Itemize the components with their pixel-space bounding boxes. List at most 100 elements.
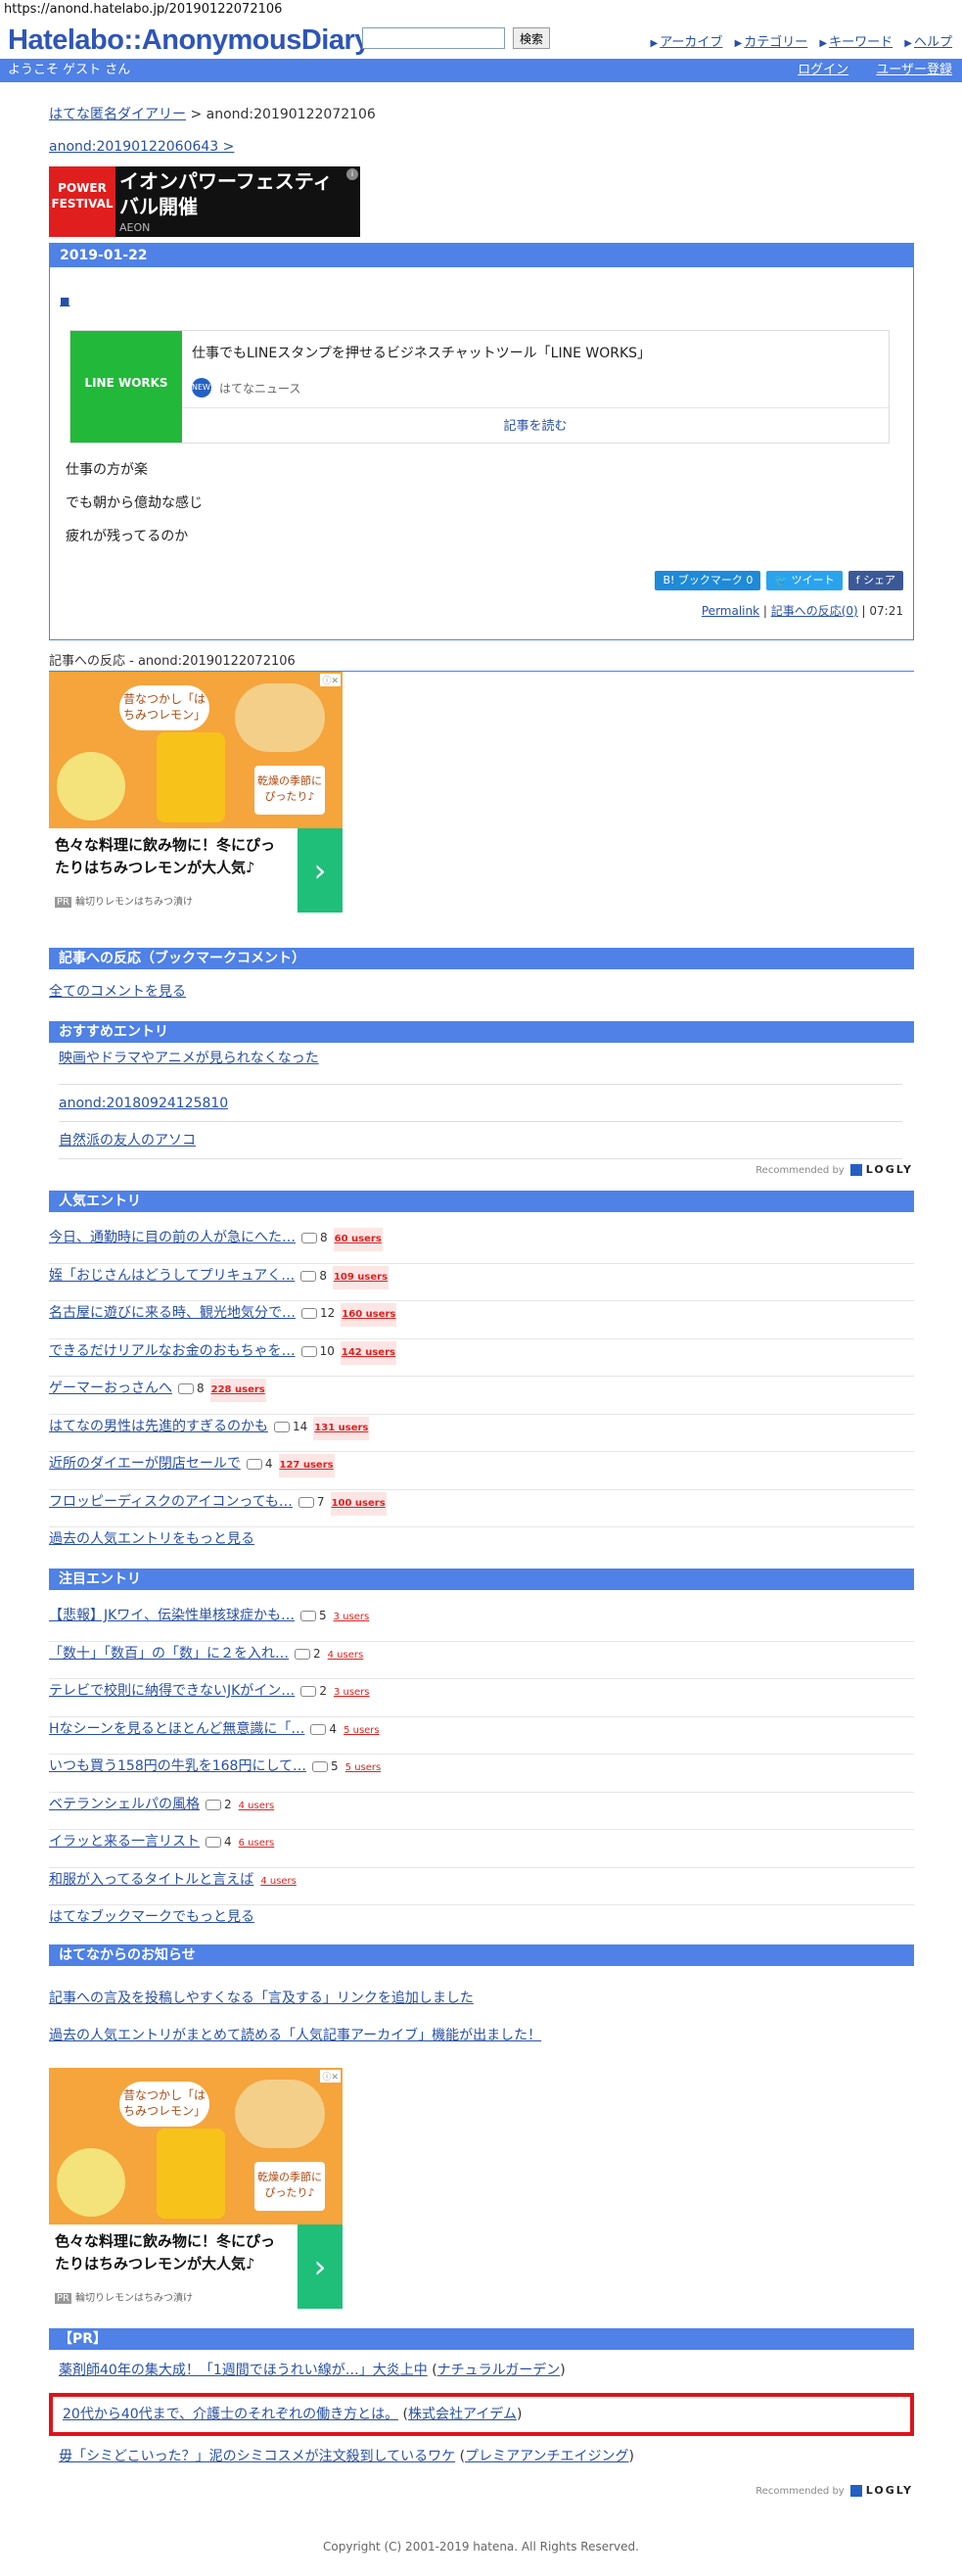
- chevron-right-icon[interactable]: ›: [298, 2225, 343, 2309]
- comment-icon: [300, 1686, 317, 1697]
- section-notices: はてなからのお知らせ: [49, 1944, 914, 1966]
- comment-count[interactable]: 2: [206, 1793, 232, 1816]
- ad-close-icon[interactable]: ⓘ✕: [320, 674, 341, 686]
- comment-count[interactable]: 8: [301, 1226, 328, 1249]
- entry-anchor[interactable]: ■: [60, 295, 69, 307]
- bookmark-users[interactable]: 109 users: [332, 1265, 389, 1289]
- comment-count[interactable]: 5: [312, 1755, 339, 1778]
- pr-advertiser: (プレミアアンチエイジング): [459, 2449, 635, 2464]
- reaction-heading: 記事への反応 - anond:20190122072106: [49, 650, 914, 672]
- embedded-article-card[interactable]: LINE WORKS 仕事でもLINEスタンプを押せるビジネスチャットツール「L…: [69, 330, 890, 444]
- ad-banner-top[interactable]: POWER FESTIVAL イオンパワーフェスティバル開催 AEON i: [49, 166, 360, 237]
- entry-line: 疲れが残ってるのか: [66, 529, 189, 544]
- bookmark-users[interactable]: 131 users: [313, 1416, 370, 1440]
- bookmark-users[interactable]: 4 users: [327, 1644, 365, 1667]
- bookmark-users[interactable]: 142 users: [340, 1340, 396, 1365]
- ad-brand: AEON: [119, 221, 151, 234]
- comment-count[interactable]: 4: [206, 1830, 232, 1853]
- featured-more-link[interactable]: はてなブックマークでもっと見る: [49, 1909, 254, 1925]
- reactions-link[interactable]: 記事への反応(0): [771, 604, 858, 618]
- jar-image: [157, 732, 225, 822]
- section-recommended: おすすめエントリ: [49, 1021, 914, 1043]
- table-row: 名古屋に遊びに来る時、観光地気分で… 12 160 users: [49, 1301, 914, 1339]
- entry-line: でも朝から億劫な感じ: [66, 495, 203, 511]
- bookmark-users[interactable]: 6 users: [238, 1832, 276, 1855]
- tea-cup-image: [57, 2148, 125, 2217]
- bookmark-users[interactable]: 228 users: [209, 1379, 266, 1402]
- facebook-share-button[interactable]: f シェア: [847, 571, 903, 590]
- tweet-button[interactable]: 🐦 ツイート: [766, 571, 843, 590]
- logly-credit[interactable]: Recommended by LOGLY: [756, 2484, 913, 2497]
- ad-title[interactable]: イオンパワーフェスティバル開催: [119, 168, 344, 219]
- ad-info-icon[interactable]: i: [346, 168, 358, 180]
- bookmark-users[interactable]: 127 users: [278, 1454, 335, 1477]
- comment-count[interactable]: 8: [300, 1264, 327, 1288]
- top-nav: ▶ アーカイブ ▶ カテゴリー ▶ キーワード ▶ ヘルプ: [642, 31, 952, 50]
- bookmark-count: 0: [746, 574, 754, 586]
- card-thumbnail: LINE WORKS: [70, 331, 182, 443]
- ad-sponsor: PR 輪切りレモンはちみつ漬け: [55, 2293, 193, 2304]
- register-link[interactable]: ユーザー登録: [876, 63, 952, 77]
- bookmark-users[interactable]: 3 users: [333, 1681, 371, 1705]
- all-comments-link[interactable]: 全てのコメントを見る: [49, 984, 186, 1000]
- comment-count[interactable]: 5: [300, 1604, 327, 1627]
- arrow-icon: ▶: [904, 38, 912, 49]
- breadcrumb-home[interactable]: はてな匿名ダイアリー: [49, 107, 186, 122]
- bookmark-users[interactable]: 4 users: [238, 1795, 276, 1818]
- comment-count[interactable]: 4: [310, 1717, 337, 1741]
- nav-keyword[interactable]: ▶ キーワード: [819, 35, 893, 50]
- bookmark-users[interactable]: 60 users: [333, 1228, 383, 1251]
- comment-count[interactable]: 2: [300, 1679, 327, 1703]
- chevron-right-icon[interactable]: ›: [298, 828, 343, 913]
- logly-credit[interactable]: Recommended by LOGLY: [756, 1163, 913, 1176]
- bookmark-users[interactable]: 5 users: [344, 1756, 383, 1780]
- jar-image: [157, 2129, 225, 2219]
- login-link[interactable]: ログイン: [798, 63, 848, 77]
- entry-line: 仕事の方が楽: [66, 462, 148, 478]
- ad-caption[interactable]: 色々な料理に飲み物に！冬にぴったりはちみつレモンが大人気♪: [55, 2230, 286, 2275]
- search-input[interactable]: [362, 27, 505, 49]
- comment-count[interactable]: 12: [301, 1301, 335, 1325]
- entry-footer: Permalink | 記事への反応(0) | 07:21: [701, 604, 903, 618]
- card-title[interactable]: 仕事でもLINEスタンプを押せるビジネスチャットツール「LINE WORKS」: [192, 343, 651, 362]
- comment-count[interactable]: 2: [295, 1642, 321, 1665]
- tea-cup-image: [57, 752, 125, 820]
- comment-count[interactable]: 14: [274, 1415, 307, 1438]
- ad-caption[interactable]: 色々な料理に飲み物に！冬にぴったりはちみつレモンが大人気♪: [55, 834, 286, 879]
- notice-list: 記事への言及を投稿しやすくなる「言及する」リンクを追加しました 過去の人気エント…: [49, 1988, 914, 2062]
- bookmark-users[interactable]: 100 users: [330, 1491, 387, 1516]
- table-row: 今日、通勤時に目の前の人が急にへた… 8 60 users: [49, 1226, 914, 1264]
- hatena-bookmark-button[interactable]: B! ブックマーク 0: [655, 571, 761, 590]
- nav-category[interactable]: ▶ カテゴリー: [735, 35, 808, 50]
- ad-image[interactable]: 昔なつかし「はちみつレモン」 乾燥の季節にぴったり♪ ⓘ✕: [49, 672, 343, 828]
- permalink[interactable]: Permalink: [702, 604, 759, 618]
- read-article-link[interactable]: 記事を読む: [182, 415, 889, 434]
- nav-archive[interactable]: ▶ アーカイブ: [650, 35, 722, 50]
- bookmark-users[interactable]: 4 users: [259, 1870, 298, 1894]
- comment-icon: [300, 1345, 317, 1357]
- search-button[interactable]: 検索: [513, 27, 550, 49]
- comment-icon: [295, 1648, 310, 1660]
- ad-honey-lemon[interactable]: 昔なつかし「はちみつレモン」 乾燥の季節にぴったり♪ ⓘ✕ 色々な料理に飲み物に…: [49, 672, 343, 913]
- ad-honey-lemon[interactable]: 昔なつかし「はちみつレモン」 乾燥の季節にぴったり♪ ⓘ✕ 色々な料理に飲み物に…: [49, 2068, 343, 2309]
- table-row: フロッピーディスクのアイコンっても… 7 100 users: [49, 1490, 914, 1527]
- comment-count[interactable]: 4: [246, 1452, 273, 1475]
- comment-icon: [312, 1761, 329, 1772]
- comment-count[interactable]: 7: [298, 1490, 325, 1514]
- table-row: 「数十」「数百」の「数」に２を入れ… 2 4 users: [49, 1642, 914, 1679]
- bookmark-users[interactable]: 160 users: [341, 1303, 397, 1327]
- ad-bubble-text: 昔なつかし「はちみつレモン」: [119, 2082, 209, 2127]
- ad-close-icon[interactable]: ⓘ✕: [320, 2070, 341, 2083]
- comment-count[interactable]: 10: [300, 1339, 335, 1363]
- comment-count[interactable]: 8: [178, 1377, 205, 1400]
- bookmark-users[interactable]: 5 users: [343, 1719, 381, 1743]
- nav-help[interactable]: ▶ ヘルプ: [904, 35, 952, 50]
- bookmark-users[interactable]: 3 users: [333, 1606, 371, 1629]
- table-row: Hなシーンを見るとほとんど無意識に「… 4 5 users: [49, 1717, 914, 1755]
- popular-more-link[interactable]: 過去の人気エントリをもっと見る: [49, 1531, 254, 1547]
- pancake-image: [235, 2080, 325, 2148]
- prev-entry-link[interactable]: anond:20190122060643 >: [49, 139, 234, 155]
- ad-image[interactable]: 昔なつかし「はちみつレモン」 乾燥の季節にぴったり♪ ⓘ✕: [49, 2068, 343, 2225]
- comment-icon: [310, 1723, 327, 1735]
- site-logo[interactable]: Hatelabo::AnonymousDiary: [8, 24, 370, 57]
